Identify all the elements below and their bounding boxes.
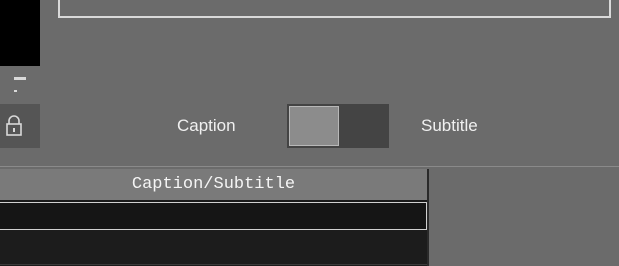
caption-label: Caption [177,116,236,135]
caption-table: Caption/Subtitle [0,169,429,266]
row-divider [0,264,427,265]
preview-frame [58,0,611,18]
subtitle-label: Subtitle [421,116,478,135]
scroll-marker-dot [14,90,17,92]
divider [0,166,619,167]
editor-panel: Caption Subtitle Caption/Subtitle [0,0,619,266]
table-row[interactable] [0,230,427,266]
toggle-knob[interactable] [289,106,339,146]
lock-icon [6,115,22,136]
lock-button[interactable] [0,104,40,148]
scroll-marker [14,77,26,80]
side-panel [0,0,40,66]
column-header-caption-subtitle[interactable]: Caption/Subtitle [0,169,429,200]
table-row[interactable] [0,202,427,230]
table-border [427,169,429,266]
caption-subtitle-toggle[interactable] [287,104,389,148]
